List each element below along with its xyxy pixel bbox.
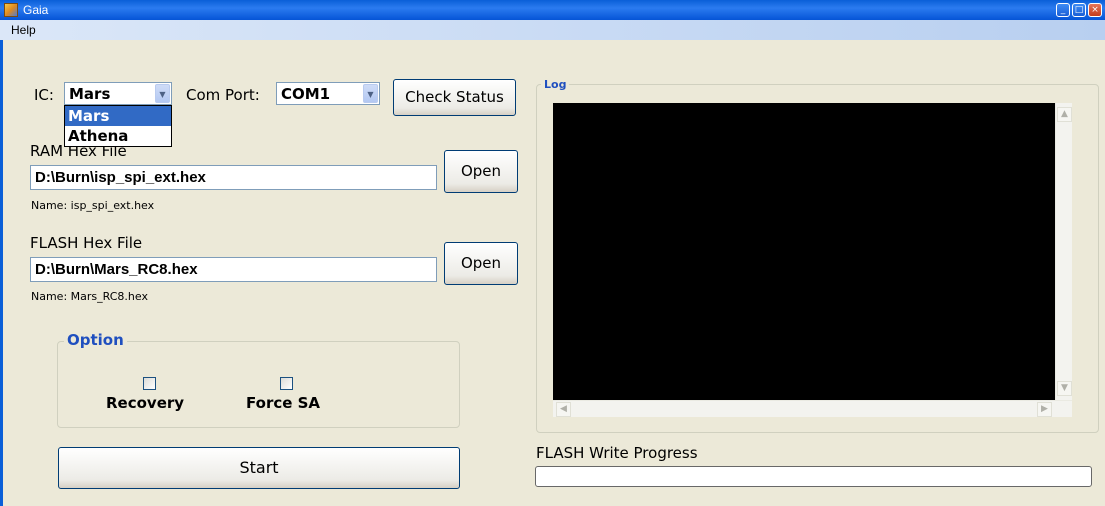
app-icon	[4, 3, 18, 17]
recovery-checkbox[interactable]	[143, 377, 156, 390]
option-groupbox	[57, 341, 460, 428]
flash-write-progress-bar	[535, 466, 1092, 487]
ic-combobox-value: Mars	[69, 85, 111, 103]
ic-combobox[interactable]: Mars ▼	[64, 82, 172, 105]
ram-open-button[interactable]: Open	[444, 150, 518, 193]
ic-dropdown-list: Mars Athena	[64, 105, 172, 147]
force-sa-label: Force SA	[246, 394, 321, 412]
scroll-left-icon[interactable]: ◀	[556, 402, 571, 417]
scroll-up-icon[interactable]: ▲	[1057, 107, 1072, 122]
chevron-down-icon[interactable]: ▼	[363, 84, 378, 103]
com-port-value: COM1	[281, 85, 331, 103]
window-title: Gaia	[23, 3, 49, 17]
flash-progress-label: FLASH Write Progress	[536, 444, 698, 462]
close-button[interactable]: ×	[1088, 3, 1102, 17]
chevron-down-icon[interactable]: ▼	[155, 84, 170, 103]
log-output[interactable]: ▲ ▼ ◀ ▶	[553, 103, 1072, 417]
title-bar: Gaia _ □ ×	[0, 0, 1105, 20]
log-horizontal-scrollbar[interactable]: ◀ ▶	[553, 400, 1072, 417]
log-group-title: Log	[541, 78, 570, 91]
flash-hex-label: FLASH Hex File	[30, 234, 143, 252]
ram-hex-name: Name: isp_spi_ext.hex	[31, 199, 155, 212]
menu-help[interactable]: Help	[11, 23, 36, 37]
scroll-right-icon[interactable]: ▶	[1037, 402, 1052, 417]
recovery-label: Recovery	[106, 394, 185, 412]
maximize-button[interactable]: □	[1072, 3, 1086, 17]
scroll-down-icon[interactable]: ▼	[1057, 381, 1072, 396]
ic-option-mars[interactable]: Mars	[65, 106, 171, 126]
start-button[interactable]: Start	[58, 447, 460, 489]
log-vertical-scrollbar[interactable]: ▲ ▼	[1055, 103, 1072, 400]
menu-bar: Help	[0, 20, 1105, 40]
flash-hex-path-field[interactable]: D:\Burn\Mars_RC8.hex	[30, 257, 437, 282]
flash-open-button[interactable]: Open	[444, 242, 518, 285]
flash-hex-name: Name: Mars_RC8.hex	[31, 290, 148, 303]
ic-label: IC:	[34, 86, 54, 104]
check-status-button[interactable]: Check Status	[393, 79, 516, 116]
force-sa-checkbox[interactable]	[280, 377, 293, 390]
com-port-combobox[interactable]: COM1 ▼	[276, 82, 380, 105]
com-port-label: Com Port:	[186, 86, 260, 104]
ic-option-athena[interactable]: Athena	[65, 126, 171, 146]
option-group-title: Option	[64, 331, 127, 349]
ram-hex-path-field[interactable]: D:\Burn\isp_spi_ext.hex	[30, 165, 437, 190]
minimize-button[interactable]: _	[1056, 3, 1070, 17]
window-border	[0, 40, 3, 506]
